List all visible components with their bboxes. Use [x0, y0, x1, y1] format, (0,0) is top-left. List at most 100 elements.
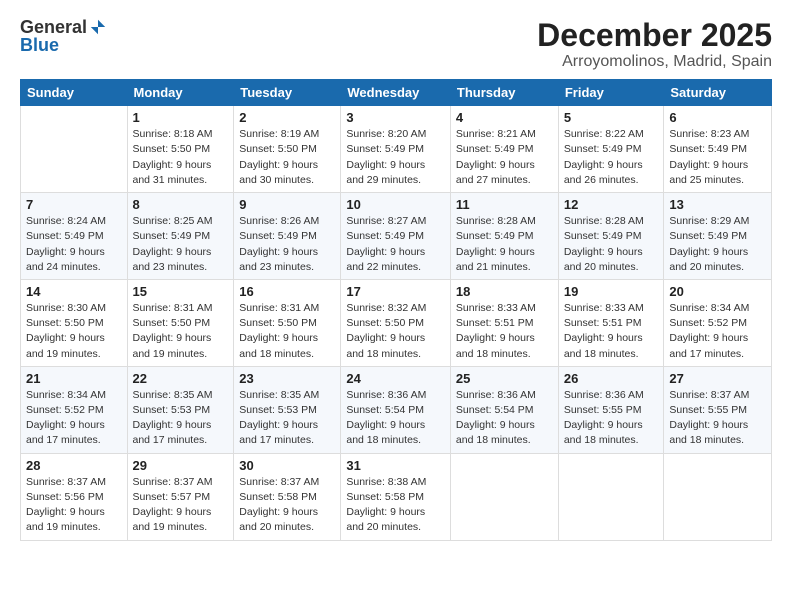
calendar-week-4: 21 Sunrise: 8:34 AMSunset: 5:52 PMDayligh…: [21, 366, 772, 453]
day-info: Sunrise: 8:38 AMSunset: 5:58 PMDaylight:…: [346, 475, 445, 536]
day-info: Sunrise: 8:31 AMSunset: 5:50 PMDaylight:…: [239, 301, 335, 362]
calendar-cell-w3-d1: 14Sunrise: 8:30 AMSunset: 5:50 PMDayligh…: [21, 279, 128, 366]
calendar-cell-w3-d4: 17 Sunrise: 8:32 AMSunset: 5:50 PMDayligh…: [341, 279, 451, 366]
calendar-cell-w2-d5: 11Sunrise: 8:28 AMSunset: 5:49 PMDayligh…: [450, 193, 558, 280]
day-info: Sunrise: 8:36 AMSunset: 5:54 PMDaylight:…: [456, 388, 553, 449]
day-info: Sunrise: 8:29 AMSunset: 5:49 PMDaylight:…: [669, 214, 766, 275]
day-number: 17: [346, 284, 445, 299]
day-number: 28: [26, 458, 122, 473]
day-number: 9: [239, 197, 335, 212]
day-info: Sunrise: 8:26 AMSunset: 5:49 PMDaylight:…: [239, 214, 335, 275]
calendar-cell-w1-d2: 1Sunrise: 8:18 AMSunset: 5:50 PMDaylight…: [127, 106, 234, 193]
day-number: 27: [669, 371, 766, 386]
calendar-cell-w3-d6: 19Sunrise: 8:33 AMSunset: 5:51 PMDayligh…: [558, 279, 664, 366]
calendar-header-row: Sunday Monday Tuesday Wednesday Thursday…: [21, 80, 772, 106]
day-info: Sunrise: 8:34 AMSunset: 5:52 PMDaylight:…: [669, 301, 766, 362]
day-info: Sunrise: 8:35 AMSunset: 5:53 PMDaylight:…: [239, 388, 335, 449]
day-number: 10: [346, 197, 445, 212]
logo-icon: [89, 18, 107, 36]
day-info: Sunrise: 8:25 AMSunset: 5:49 PMDaylight:…: [133, 214, 229, 275]
calendar-cell-w2-d4: 10 Sunrise: 8:27 AMSunset: 5:49 PMDayligh…: [341, 193, 451, 280]
header-monday: Monday: [127, 80, 234, 106]
day-number: 19: [564, 284, 659, 299]
day-number: 21: [26, 371, 122, 386]
day-number: 24: [346, 371, 445, 386]
calendar-cell-w5-d7: [664, 453, 772, 540]
calendar-cell-w4-d2: 22 Sunrise: 8:35 AMSunset: 5:53 PMDayligh…: [127, 366, 234, 453]
header-thursday: Thursday: [450, 80, 558, 106]
day-info: Sunrise: 8:21 AMSunset: 5:49 PMDaylight:…: [456, 127, 553, 188]
day-number: 22: [133, 371, 229, 386]
calendar-cell-w5-d2: 29 Sunrise: 8:37 AMSunset: 5:57 PMDayligh…: [127, 453, 234, 540]
calendar-cell-w1-d6: 5 Sunrise: 8:22 AMSunset: 5:49 PMDaylight…: [558, 106, 664, 193]
calendar-cell-w5-d5: [450, 453, 558, 540]
day-number: 5: [564, 110, 659, 125]
calendar-cell-w2-d3: 9 Sunrise: 8:26 AMSunset: 5:49 PMDaylight…: [234, 193, 341, 280]
day-info: Sunrise: 8:30 AMSunset: 5:50 PMDaylight:…: [26, 301, 122, 362]
calendar-week-2: 7Sunrise: 8:24 AMSunset: 5:49 PMDaylight…: [21, 193, 772, 280]
day-number: 29: [133, 458, 229, 473]
logo: General Blue: [20, 18, 107, 54]
calendar-table: Sunday Monday Tuesday Wednesday Thursday…: [20, 79, 772, 540]
header-tuesday: Tuesday: [234, 80, 341, 106]
calendar-cell-w3-d2: 15 Sunrise: 8:31 AMSunset: 5:50 PMDayligh…: [127, 279, 234, 366]
day-number: 20: [669, 284, 766, 299]
day-number: 23: [239, 371, 335, 386]
day-number: 4: [456, 110, 553, 125]
logo-general: General: [20, 18, 87, 36]
day-info: Sunrise: 8:37 AMSunset: 5:55 PMDaylight:…: [669, 388, 766, 449]
page-container: General Blue December 2025 Arroyomolinos…: [0, 0, 792, 612]
calendar-cell-w3-d5: 18Sunrise: 8:33 AMSunset: 5:51 PMDayligh…: [450, 279, 558, 366]
calendar-cell-w4-d1: 21 Sunrise: 8:34 AMSunset: 5:52 PMDayligh…: [21, 366, 128, 453]
day-number: 2: [239, 110, 335, 125]
calendar-cell-w1-d5: 4 Sunrise: 8:21 AMSunset: 5:49 PMDaylight…: [450, 106, 558, 193]
day-info: Sunrise: 8:36 AMSunset: 5:54 PMDaylight:…: [346, 388, 445, 449]
day-number: 15: [133, 284, 229, 299]
calendar-cell-w2-d1: 7Sunrise: 8:24 AMSunset: 5:49 PMDaylight…: [21, 193, 128, 280]
day-info: Sunrise: 8:20 AMSunset: 5:49 PMDaylight:…: [346, 127, 445, 188]
calendar-cell-w4-d3: 23 Sunrise: 8:35 AMSunset: 5:53 PMDayligh…: [234, 366, 341, 453]
calendar-cell-w4-d6: 26 Sunrise: 8:36 AMSunset: 5:55 PMDayligh…: [558, 366, 664, 453]
header-friday: Friday: [558, 80, 664, 106]
calendar-cell-w5-d6: [558, 453, 664, 540]
day-info: Sunrise: 8:27 AMSunset: 5:49 PMDaylight:…: [346, 214, 445, 275]
day-info: Sunrise: 8:37 AMSunset: 5:58 PMDaylight:…: [239, 475, 335, 536]
day-info: Sunrise: 8:37 AMSunset: 5:57 PMDaylight:…: [133, 475, 229, 536]
day-number: 16: [239, 284, 335, 299]
calendar-cell-w4-d5: 25 Sunrise: 8:36 AMSunset: 5:54 PMDayligh…: [450, 366, 558, 453]
day-info: Sunrise: 8:28 AMSunset: 5:49 PMDaylight:…: [564, 214, 659, 275]
day-number: 26: [564, 371, 659, 386]
day-number: 25: [456, 371, 553, 386]
day-info: Sunrise: 8:35 AMSunset: 5:53 PMDaylight:…: [133, 388, 229, 449]
header-saturday: Saturday: [664, 80, 772, 106]
logo-blue: Blue: [20, 36, 59, 54]
day-number: 3: [346, 110, 445, 125]
day-info: Sunrise: 8:36 AMSunset: 5:55 PMDaylight:…: [564, 388, 659, 449]
day-number: 7: [26, 197, 122, 212]
calendar-cell-w1-d4: 3 Sunrise: 8:20 AMSunset: 5:49 PMDaylight…: [341, 106, 451, 193]
day-number: 11: [456, 197, 553, 212]
day-info: Sunrise: 8:32 AMSunset: 5:50 PMDaylight:…: [346, 301, 445, 362]
day-number: 13: [669, 197, 766, 212]
location-subtitle: Arroyomolinos, Madrid, Spain: [537, 53, 772, 71]
day-info: Sunrise: 8:34 AMSunset: 5:52 PMDaylight:…: [26, 388, 122, 449]
calendar-cell-w2-d7: 13 Sunrise: 8:29 AMSunset: 5:49 PMDayligh…: [664, 193, 772, 280]
calendar-cell-w4-d7: 27 Sunrise: 8:37 AMSunset: 5:55 PMDayligh…: [664, 366, 772, 453]
title-section: December 2025 Arroyomolinos, Madrid, Spa…: [537, 18, 772, 71]
calendar-cell-w1-d7: 6Sunrise: 8:23 AMSunset: 5:49 PMDaylight…: [664, 106, 772, 193]
calendar-cell-w2-d6: 12Sunrise: 8:28 AMSunset: 5:49 PMDayligh…: [558, 193, 664, 280]
day-info: Sunrise: 8:31 AMSunset: 5:50 PMDaylight:…: [133, 301, 229, 362]
calendar-cell-w3-d7: 20 Sunrise: 8:34 AMSunset: 5:52 PMDayligh…: [664, 279, 772, 366]
day-number: 30: [239, 458, 335, 473]
calendar-cell-w5-d4: 31 Sunrise: 8:38 AMSunset: 5:58 PMDayligh…: [341, 453, 451, 540]
day-info: Sunrise: 8:33 AMSunset: 5:51 PMDaylight:…: [456, 301, 553, 362]
header-wednesday: Wednesday: [341, 80, 451, 106]
calendar-cell-w1-d1: [21, 106, 128, 193]
calendar-week-3: 14Sunrise: 8:30 AMSunset: 5:50 PMDayligh…: [21, 279, 772, 366]
header-sunday: Sunday: [21, 80, 128, 106]
day-number: 31: [346, 458, 445, 473]
day-info: Sunrise: 8:19 AMSunset: 5:50 PMDaylight:…: [239, 127, 335, 188]
calendar-week-1: 1Sunrise: 8:18 AMSunset: 5:50 PMDaylight…: [21, 106, 772, 193]
month-title: December 2025: [537, 18, 772, 53]
day-info: Sunrise: 8:22 AMSunset: 5:49 PMDaylight:…: [564, 127, 659, 188]
